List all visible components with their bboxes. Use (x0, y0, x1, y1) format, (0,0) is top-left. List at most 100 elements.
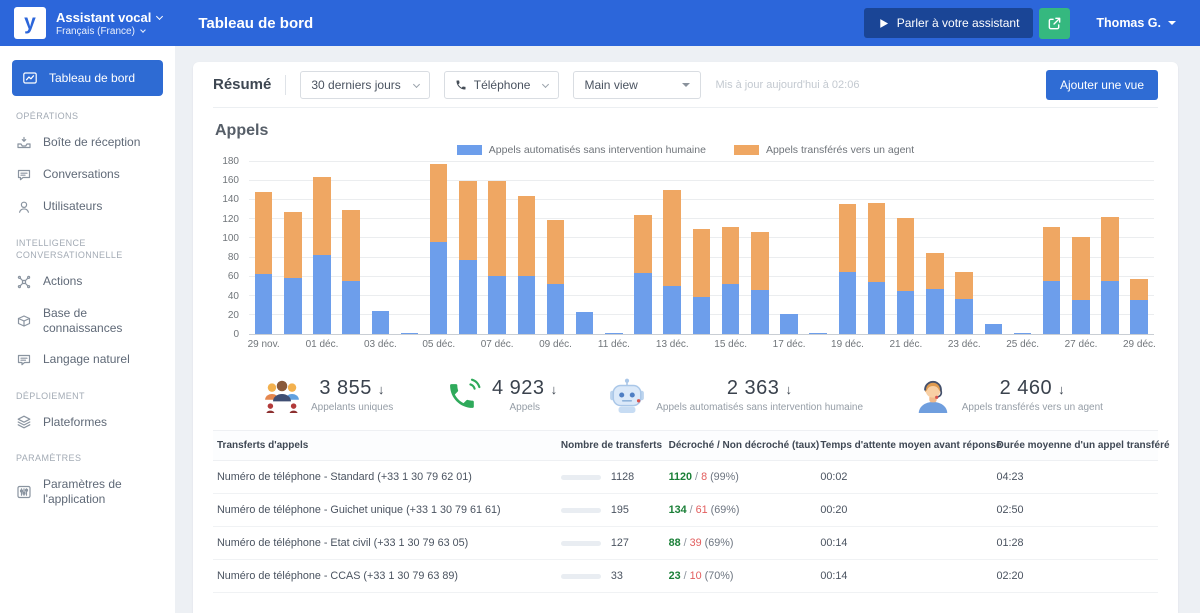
trend-down-arrow: ↓ (785, 382, 792, 397)
channel-dropdown[interactable]: Téléphone (444, 71, 560, 99)
dashboard-icon (22, 70, 38, 86)
top-header: y Assistant vocal Français (France) Tabl… (0, 0, 1200, 46)
sidebar-item-label: Plateformes (43, 415, 107, 430)
agent-icon (914, 376, 952, 414)
sidebar: Tableau de bord OPÉRATIONS Boîte de récept… (0, 46, 175, 613)
bar-segment-transferred (518, 196, 536, 275)
sidebar-item-label: Paramètres de l'application (43, 477, 159, 507)
transfers-table: Transferts d'appelsNombre de transfertsD… (213, 430, 1158, 593)
x-tick-label: 23 déc. (948, 339, 981, 350)
bar-segment-transferred (722, 227, 740, 284)
y-tick-label: 0 (233, 329, 239, 340)
bar-group (278, 162, 307, 334)
bar-segment-transferred (926, 253, 944, 289)
bar-segment-automated (430, 242, 448, 334)
x-tick-label: 05 déc. (422, 339, 455, 350)
user-menu[interactable]: Thomas G. (1096, 16, 1176, 30)
sidebar-item-label: Conversations (43, 167, 120, 182)
legend-item-appels-automatises-sans-intervention-humaine[interactable]: Appels automatisés sans intervention hum… (457, 144, 706, 156)
bar-group (687, 162, 716, 334)
date-range-dropdown[interactable]: 30 derniers jours (300, 71, 429, 99)
bar-segment-transferred (547, 220, 565, 284)
bar-segment-transferred (955, 272, 973, 299)
duration-cell: 01:28 (997, 537, 1154, 549)
y-tick-label: 120 (222, 214, 239, 225)
bar-group (804, 162, 833, 334)
kpi-label: Appels transférés vers un agent (962, 402, 1103, 413)
bar-segment-automated (897, 291, 915, 334)
transfers-cell: 33 (561, 570, 669, 582)
x-tick-label: 03 déc. (364, 339, 397, 350)
transfer-bar-track (561, 541, 601, 546)
chart-legend: Appels automatisés sans intervention hum… (213, 144, 1158, 156)
legend-swatch (457, 145, 482, 155)
sidebar-item-boite-de-reception[interactable]: Boîte de réception (10, 127, 165, 159)
summary-label: Résumé (213, 76, 271, 93)
sidebar-item-langage-naturel[interactable]: Langage naturel (10, 344, 165, 376)
open-assistant-external-button[interactable] (1039, 8, 1070, 39)
bar-group (599, 162, 628, 334)
phone-icon (444, 376, 482, 414)
answer-rate: (69%) (711, 504, 740, 516)
bar-group (950, 162, 979, 334)
sidebar-item-plateformes[interactable]: Plateformes (10, 406, 165, 438)
bar-group (1066, 162, 1095, 334)
bar-group (716, 162, 745, 334)
legend-item-appels-transferes-vers-un-agent[interactable]: Appels transférés vers un agent (734, 144, 914, 156)
dashboard-card: Résumé 30 derniers jours Téléphone Main … (193, 62, 1178, 613)
sidebar-item-label: Tableau de bord (49, 71, 135, 86)
talk-to-assistant-button[interactable]: Parler à votre assistant (864, 8, 1034, 38)
sidebar-item-tableau-de-bord[interactable]: Tableau de bord (12, 60, 163, 96)
sidebar-item-actions[interactable]: Actions (10, 266, 165, 298)
platforms-icon (16, 414, 32, 430)
kpi-number: 4 923 (492, 377, 545, 399)
bar-group (453, 162, 482, 334)
chart-plot-area (249, 162, 1154, 335)
table-row: Numéro de téléphone - Guichet unique (+3… (213, 494, 1158, 527)
language-selector[interactable]: Français (France) (56, 26, 162, 37)
sidebar-item-base-de-connaissances[interactable]: Base de connaissances (10, 298, 165, 344)
sidebar-item-parametres-de-l-application[interactable]: Paramètres de l'application (10, 469, 165, 515)
sidebar-section-label: DÉPLOIEMENT (16, 390, 159, 403)
bar-group (833, 162, 862, 334)
inbox-icon (16, 135, 32, 151)
add-view-button[interactable]: Ajouter une vue (1046, 70, 1158, 100)
sidebar-item-utilisateurs[interactable]: Utilisateurs (10, 191, 165, 223)
table-row: Numéro de téléphone - Etat civil (+33 1 … (213, 527, 1158, 560)
bar-segment-automated (401, 333, 419, 334)
assistant-switcher[interactable]: Assistant vocal (56, 10, 162, 25)
kpi-value: 3 855↓ (319, 377, 385, 400)
column-header-transferts-d-appels: Transferts d'appels (217, 440, 561, 451)
bar-group (1095, 162, 1124, 334)
bar-segment-automated (926, 289, 944, 334)
phone-line-name: Numéro de téléphone - Standard (+33 1 30… (217, 471, 561, 483)
kpi-label: Appelants uniques (311, 402, 393, 413)
column-header-temps-d-attente-moyen-avant-reponse: Temps d'attente moyen avant réponse (820, 440, 996, 451)
bar-segment-automated (1072, 300, 1090, 334)
kpi-appelants-uniques: 3 855↓ Appelants uniques (263, 376, 393, 414)
app-logo[interactable]: y (14, 7, 46, 39)
y-tick-label: 80 (228, 252, 239, 263)
answer-rate: (70%) (705, 570, 734, 582)
view-dropdown[interactable]: Main view (573, 71, 701, 99)
bar-group (774, 162, 803, 334)
kpi-value: 2 460↓ (1000, 377, 1066, 400)
wait-time-cell: 00:20 (820, 504, 996, 516)
filter-row: Résumé 30 derniers jours Téléphone Main … (213, 62, 1158, 108)
bar-segment-automated (255, 274, 273, 334)
legend-label: Appels transférés vers un agent (766, 144, 914, 156)
legend-label: Appels automatisés sans intervention hum… (489, 144, 706, 156)
bar-segment-transferred (693, 229, 711, 297)
x-tick-label: 21 déc. (889, 339, 922, 350)
wait-time-cell: 00:14 (820, 537, 996, 549)
sidebar-item-label: Utilisateurs (43, 199, 102, 214)
chevron-down-icon (140, 27, 146, 33)
missed-count: 61 (696, 504, 708, 516)
bar-segment-transferred (1072, 237, 1090, 300)
answered-cell: 134 / 61 (69%) (669, 504, 821, 516)
sidebar-item-conversations[interactable]: Conversations (10, 159, 165, 191)
bar-segment-automated (634, 273, 652, 334)
bar-segment-transferred (488, 181, 506, 276)
sidebar-section-label: OPÉRATIONS (16, 110, 159, 123)
play-icon (878, 18, 889, 29)
